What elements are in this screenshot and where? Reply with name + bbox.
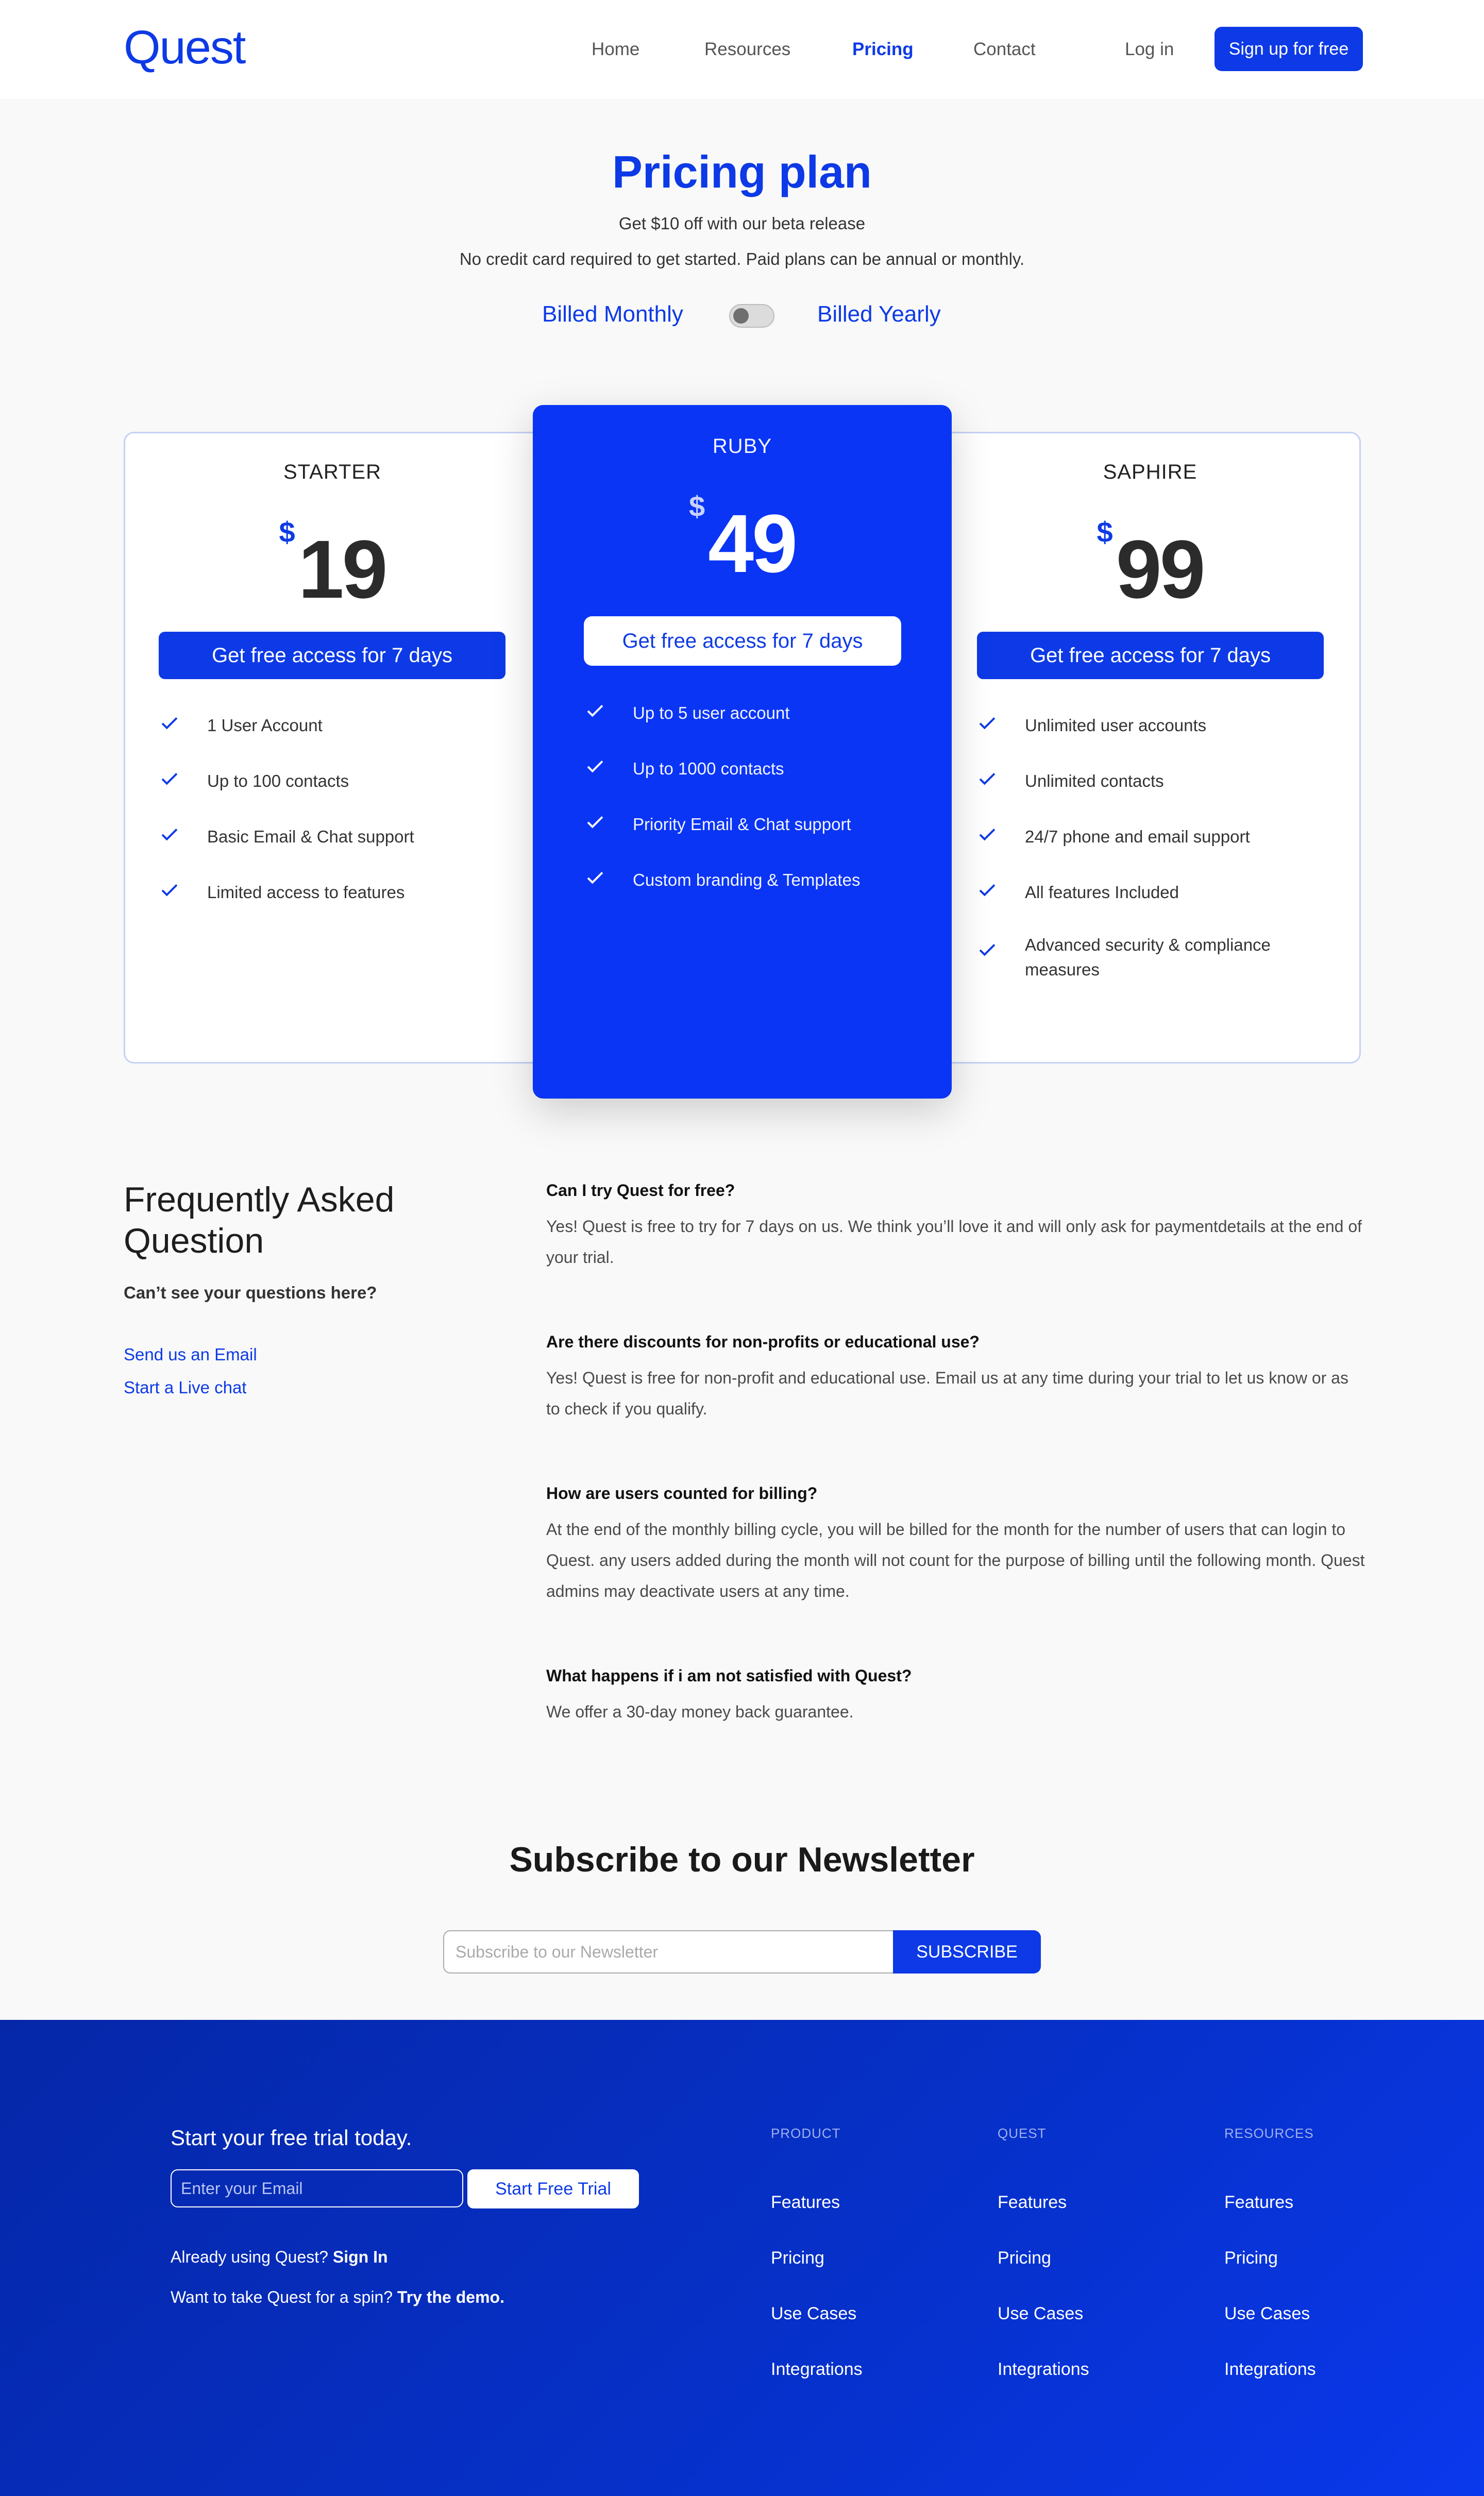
check-icon: [161, 717, 178, 730]
feature-item: Basic Email & Chat support: [159, 824, 485, 849]
nav-contact[interactable]: Contact: [973, 39, 1036, 60]
footer-link[interactable]: Use Cases: [1224, 2304, 1310, 2324]
footer: Start your free trial today. Start Free …: [0, 2020, 1484, 2496]
faq-question: What happens if i am not satisfied with …: [546, 1666, 912, 1685]
footer-link[interactable]: Pricing: [1224, 2248, 1278, 2268]
billed-yearly-label[interactable]: Billed Yearly: [817, 301, 941, 327]
footer-demo-line: Want to take Quest for a spin? Try the d…: [171, 2288, 504, 2306]
faq-answer: Yes! Quest is free for non-profit and ed…: [546, 1369, 1348, 1418]
footer-link[interactable]: Features: [998, 2193, 1067, 2213]
footer-email-input[interactable]: [171, 2169, 463, 2207]
faq-question: Can I try Quest for free?: [546, 1181, 735, 1200]
check-icon: [979, 829, 996, 841]
nav-resources[interactable]: Resources: [704, 39, 790, 60]
plan-price: $99: [941, 515, 1359, 617]
check-icon: [979, 717, 996, 730]
billed-monthly-label[interactable]: Billed Monthly: [542, 301, 683, 327]
feature-item: All features Included: [976, 880, 1303, 905]
currency-symbol: $: [1097, 516, 1113, 548]
sign-in-link[interactable]: Sign In: [333, 2248, 388, 2266]
footer-trial-title: Start your free trial today.: [171, 2126, 412, 2150]
feature-item: 24/7 phone and email support: [976, 824, 1303, 849]
check-icon: [979, 773, 996, 785]
send-email-link[interactable]: Send us an Email: [124, 1345, 257, 1364]
footer-link[interactable]: Integrations: [1224, 2359, 1316, 2380]
nav-home[interactable]: Home: [592, 39, 639, 60]
check-icon: [587, 816, 603, 829]
feature-item: Up to 1000 contacts: [584, 756, 911, 781]
footer-link[interactable]: Pricing: [771, 2248, 824, 2268]
feature-item: 1 User Account: [159, 713, 485, 738]
footer-col-heading: RESOURCES: [1224, 2126, 1314, 2141]
price-value: 19: [298, 523, 388, 615]
feature-item: Up to 100 contacts: [159, 769, 485, 794]
check-icon: [587, 872, 603, 884]
footer-link[interactable]: Use Cases: [771, 2304, 856, 2324]
currency-symbol: $: [279, 516, 295, 548]
plan-name: RUBY: [712, 435, 772, 458]
faq-cant-see: Can’t see your questions here?: [124, 1283, 377, 1302]
top-header: Quest Home Resources Pricing Contact Log…: [0, 0, 1484, 99]
faq-question: How are users counted for billing?: [546, 1484, 818, 1503]
newsletter-title: Subscribe to our Newsletter: [509, 1840, 975, 1879]
newsletter-input[interactable]: [443, 1930, 894, 1974]
price-value: 99: [1116, 523, 1206, 615]
hero-subtitle-billing: No credit card required to get started. …: [459, 249, 1025, 268]
starter-trial-button[interactable]: Get free access for 7 days: [159, 632, 505, 679]
check-icon: [161, 884, 178, 897]
footer-link[interactable]: Features: [771, 2193, 840, 2213]
plan-ruby: RUBY $49 Get free access for 7 days Up t…: [533, 405, 952, 1099]
feature-item: Custom branding & Templates: [584, 868, 911, 892]
plan-name: STARTER: [283, 461, 381, 483]
feature-item: Limited access to features: [159, 880, 485, 905]
check-icon: [161, 829, 178, 841]
check-icon: [587, 705, 603, 717]
feature-item: Priority Email & Chat support: [584, 812, 911, 837]
quest-logo[interactable]: Quest: [124, 21, 246, 75]
faq-answer: We offer a 30-day money back guarantee.: [546, 1702, 854, 1721]
plan-name: SAPHIRE: [1103, 461, 1198, 483]
hero-subtitle-discount: Get $10 off with our beta release: [618, 214, 866, 233]
plan-saphire: SAPHIRE $99 Get free access for 7 days U…: [941, 432, 1359, 1064]
footer-link[interactable]: Pricing: [998, 2248, 1051, 2268]
plan-price: $19: [124, 515, 541, 617]
nav-pricing[interactable]: Pricing: [852, 39, 914, 60]
faq-answer: Yes! Quest is free to try for 7 days on …: [546, 1217, 1362, 1267]
footer-link[interactable]: Use Cases: [998, 2304, 1083, 2324]
footer-link[interactable]: Features: [1224, 2193, 1293, 2213]
feature-item: Advanced security & compliance measures: [976, 933, 1303, 982]
feature-item: Unlimited contacts: [976, 769, 1303, 794]
toggle-knob: [733, 308, 749, 324]
currency-symbol: $: [688, 490, 705, 522]
plan-price: $49: [533, 490, 952, 591]
footer-link[interactable]: Integrations: [771, 2359, 863, 2380]
live-chat-link[interactable]: Start a Live chat: [124, 1378, 246, 1397]
check-icon: [587, 761, 603, 773]
footer-col-heading: PRODUCT: [771, 2126, 841, 2141]
ruby-trial-button[interactable]: Get free access for 7 days: [584, 616, 901, 666]
check-icon: [161, 773, 178, 785]
saphire-trial-button[interactable]: Get free access for 7 days: [977, 632, 1324, 679]
check-icon: [979, 944, 996, 956]
login-link[interactable]: Log in: [1125, 39, 1174, 60]
footer-col-heading: QUEST: [998, 2126, 1047, 2141]
footer-already-using: Already using Quest? Sign In: [171, 2248, 388, 2266]
faq-title: Frequently Asked Question: [124, 1180, 395, 1260]
subscribe-button[interactable]: SUBSCRIBE: [893, 1930, 1041, 1974]
plan-starter: STARTER $19 Get free access for 7 days 1…: [124, 432, 541, 1064]
price-value: 49: [708, 497, 798, 589]
page-title: Pricing plan: [612, 146, 872, 197]
check-icon: [979, 884, 996, 897]
faq-question: Are there discounts for non-profits or e…: [546, 1333, 980, 1351]
feature-item: Unlimited user accounts: [976, 713, 1303, 738]
footer-link[interactable]: Integrations: [998, 2359, 1089, 2380]
start-free-trial-button[interactable]: Start Free Trial: [467, 2169, 639, 2208]
billing-toggle[interactable]: [729, 304, 774, 328]
signup-button[interactable]: Sign up for free: [1215, 27, 1363, 71]
feature-item: Up to 5 user account: [584, 701, 911, 726]
faq-answer: At the end of the monthly billing cycle,…: [546, 1520, 1365, 1600]
try-demo-link[interactable]: Try the demo.: [397, 2288, 504, 2306]
